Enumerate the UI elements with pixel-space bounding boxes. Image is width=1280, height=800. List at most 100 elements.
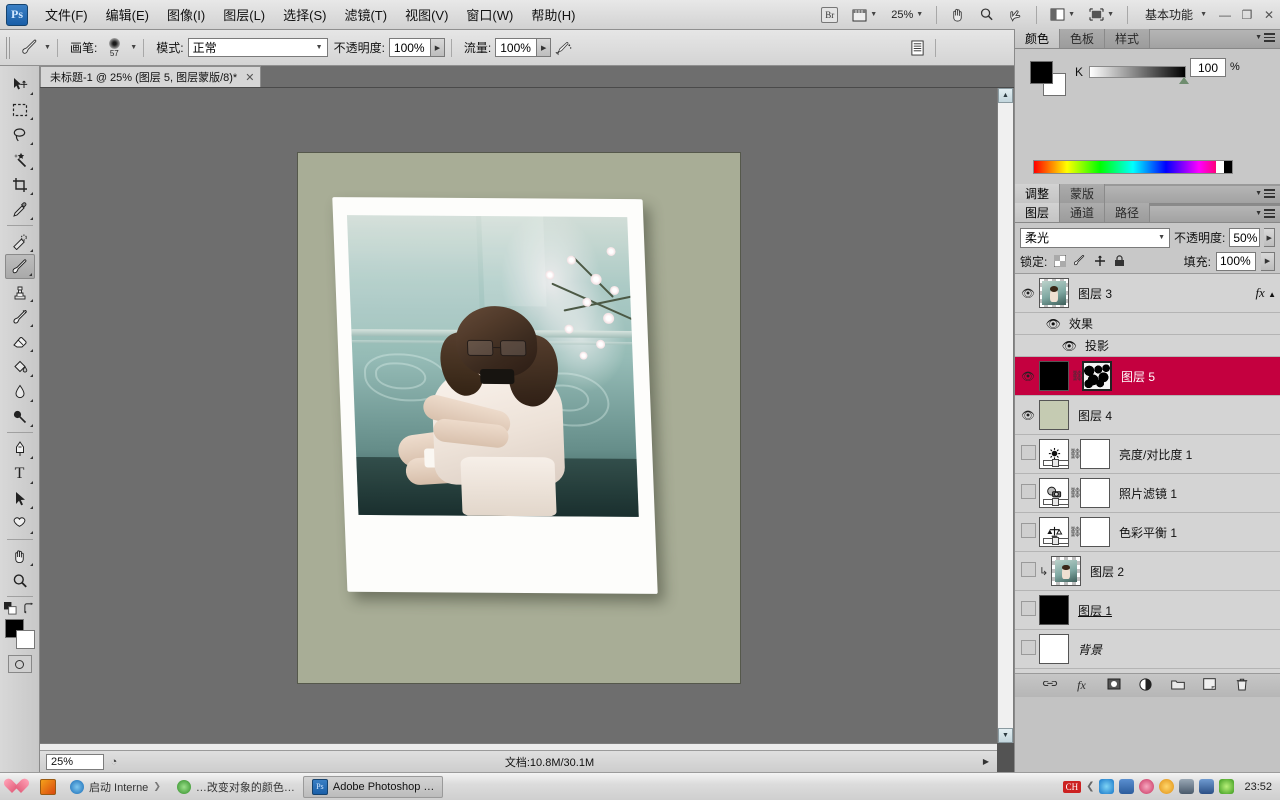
layer-name[interactable]: 图层 2 — [1090, 563, 1124, 580]
layer-name[interactable]: 照片滤镜 1 — [1119, 485, 1177, 502]
layer-visibility-toggle[interactable] — [1017, 445, 1039, 463]
brush-tool[interactable] — [4, 254, 35, 279]
dropshadow-visibility-toggle[interactable]: 👁 — [1015, 339, 1077, 353]
table-row[interactable]: ⛓ 色彩平衡 1 — [1015, 513, 1280, 552]
menu-select[interactable]: 选择(S) — [274, 1, 335, 28]
layers-panel-menu-button[interactable]: ▼ — [1255, 209, 1275, 218]
quick-mask-button[interactable] — [7, 655, 32, 673]
chevron-down-icon[interactable]: ▼ — [44, 44, 51, 51]
menu-window[interactable]: 窗口(W) — [457, 1, 522, 28]
layer-thumbnail[interactable] — [1039, 361, 1069, 391]
screen-mode-selector[interactable]: ▼ — [1084, 4, 1119, 26]
canvas-area[interactable]: 本歌词来自互联网 — [40, 88, 997, 743]
zoom-input[interactable]: 25% — [46, 753, 104, 770]
table-row[interactable]: 👁 ⛓ 图层 5 — [1015, 357, 1280, 396]
zoom-level-selector[interactable]: 25% ▼ — [886, 4, 928, 26]
toggle-brush-panel-button[interactable] — [905, 37, 929, 59]
scroll-up-icon[interactable]: ▲ — [998, 88, 1013, 103]
new-group-button[interactable] — [1170, 679, 1186, 693]
layer-name[interactable]: 图层 1 — [1078, 602, 1112, 619]
menu-image[interactable]: 图像(I) — [158, 1, 214, 28]
tab-layers[interactable]: 图层 — [1015, 203, 1061, 222]
layer-visibility-toggle[interactable]: 👁 — [1017, 370, 1039, 383]
blend-mode-select[interactable]: 正常 ▼ — [187, 38, 328, 57]
clone-stamp-tool[interactable] — [5, 279, 35, 304]
zoom-tool-button[interactable] — [974, 4, 999, 26]
healing-brush-tool[interactable] — [5, 229, 35, 254]
layer-thumbnail[interactable] — [1039, 278, 1069, 308]
layer-mask-thumbnail[interactable] — [1080, 517, 1110, 547]
layer-thumbnail[interactable] — [1039, 400, 1069, 430]
layer-mask-thumbnail[interactable] — [1080, 478, 1110, 508]
color-balance-icon[interactable] — [1039, 517, 1069, 547]
layer-mask-thumbnail[interactable] — [1080, 439, 1110, 469]
layer-effects-row[interactable]: 👁 效果 — [1015, 313, 1280, 335]
path-selection-tool[interactable] — [5, 486, 35, 511]
swap-colors-icon[interactable] — [23, 602, 36, 615]
flow-control[interactable]: 100% ▶ — [495, 38, 552, 57]
taskbar-clock[interactable]: 23:52 — [1244, 781, 1272, 793]
menu-filter[interactable]: 滤镜(T) — [335, 1, 396, 28]
airbrush-button[interactable] — [551, 37, 575, 59]
tab-masks[interactable]: 蒙版 — [1060, 184, 1106, 203]
brush-preset-picker-chevron-icon[interactable]: ▼ — [130, 44, 137, 51]
minimize-button[interactable]: — — [1214, 8, 1236, 22]
layer-opacity-slider-arrow-icon[interactable]: ▶ — [1264, 228, 1275, 247]
opacity-input[interactable]: 100% — [388, 38, 431, 57]
marquee-tool[interactable] — [5, 97, 35, 122]
lock-position-button[interactable] — [1092, 254, 1107, 269]
blur-tool[interactable] — [5, 379, 35, 404]
tray-shield-icon[interactable] — [1219, 779, 1235, 794]
layer-visibility-toggle[interactable] — [1017, 523, 1039, 541]
table-row[interactable]: ⛓ 照片滤镜 1 — [1015, 474, 1280, 513]
menu-view[interactable]: 视图(V) — [396, 1, 457, 28]
add-mask-button[interactable] — [1106, 678, 1122, 693]
layer-fx-icon[interactable]: fx ▲ — [1255, 285, 1276, 301]
taskbar-item-0[interactable]: 启动 Interne ❯ — [62, 776, 169, 798]
menu-layer[interactable]: 图层(L) — [214, 1, 274, 28]
tab-channels[interactable]: 通道 — [1060, 203, 1106, 222]
table-row[interactable]: 👁 图层 4 — [1015, 396, 1280, 435]
layer-fill-slider-arrow-icon[interactable]: ▶ — [1261, 251, 1275, 271]
lock-transparency-button[interactable] — [1052, 254, 1067, 269]
close-button[interactable]: ✕ — [1258, 8, 1280, 22]
lock-all-button[interactable] — [1112, 254, 1127, 269]
document-canvas[interactable]: 本歌词来自互联网 — [298, 153, 740, 683]
layer-mask-thumbnail[interactable] — [1082, 361, 1112, 391]
layer-effect-dropshadow-row[interactable]: 👁 投影 — [1015, 335, 1280, 357]
start-heart-icon[interactable] — [12, 779, 30, 795]
layer-name[interactable]: 背景 — [1078, 641, 1102, 658]
background-color-swatch[interactable] — [15, 630, 35, 649]
pen-tool[interactable] — [5, 436, 35, 461]
tray-qq-icon[interactable] — [1139, 779, 1155, 794]
history-brush-tool[interactable] — [5, 304, 35, 329]
paint-bucket-tool[interactable] — [5, 354, 35, 379]
menu-file[interactable]: 文件(F) — [36, 1, 97, 28]
channel-value-input[interactable]: 100 — [1190, 58, 1226, 77]
table-row[interactable]: 👁 图层 3 fx ▲ — [1015, 274, 1280, 313]
tray-yellow-icon[interactable] — [1159, 779, 1175, 794]
layer-visibility-toggle[interactable] — [1017, 562, 1039, 580]
tab-styles[interactable]: 样式 — [1105, 29, 1151, 48]
menu-edit[interactable]: 编辑(E) — [97, 1, 158, 28]
layer-visibility-toggle[interactable] — [1017, 640, 1039, 658]
dodge-tool[interactable] — [5, 404, 35, 429]
crop-tool[interactable] — [5, 172, 35, 197]
move-tool[interactable] — [5, 72, 35, 97]
close-icon[interactable]: ✕ — [245, 71, 254, 84]
rotate-view-button[interactable] — [1003, 4, 1028, 26]
tab-swatches[interactable]: 色板 — [1060, 29, 1106, 48]
color-panel-foreground-swatch[interactable] — [1030, 61, 1053, 84]
launch-bridge-button[interactable]: Br — [816, 4, 843, 26]
eyedropper-tool[interactable] — [5, 197, 35, 222]
tray-expand-icon[interactable]: ❮ — [1086, 781, 1094, 792]
lock-image-button[interactable] — [1072, 254, 1087, 269]
layer-fill-input[interactable]: 100% — [1216, 251, 1256, 271]
layer-opacity-input[interactable]: 50% — [1229, 228, 1261, 247]
options-bar-grip[interactable] — [6, 36, 12, 59]
menu-help[interactable]: 帮助(H) — [522, 1, 584, 28]
color-panel-swatches[interactable] — [1030, 61, 1066, 96]
layer-blend-mode-select[interactable]: 柔光 ▼ — [1020, 227, 1170, 248]
color-panel-menu-button[interactable]: ▼ — [1255, 33, 1275, 42]
color-ramp[interactable] — [1033, 160, 1233, 174]
